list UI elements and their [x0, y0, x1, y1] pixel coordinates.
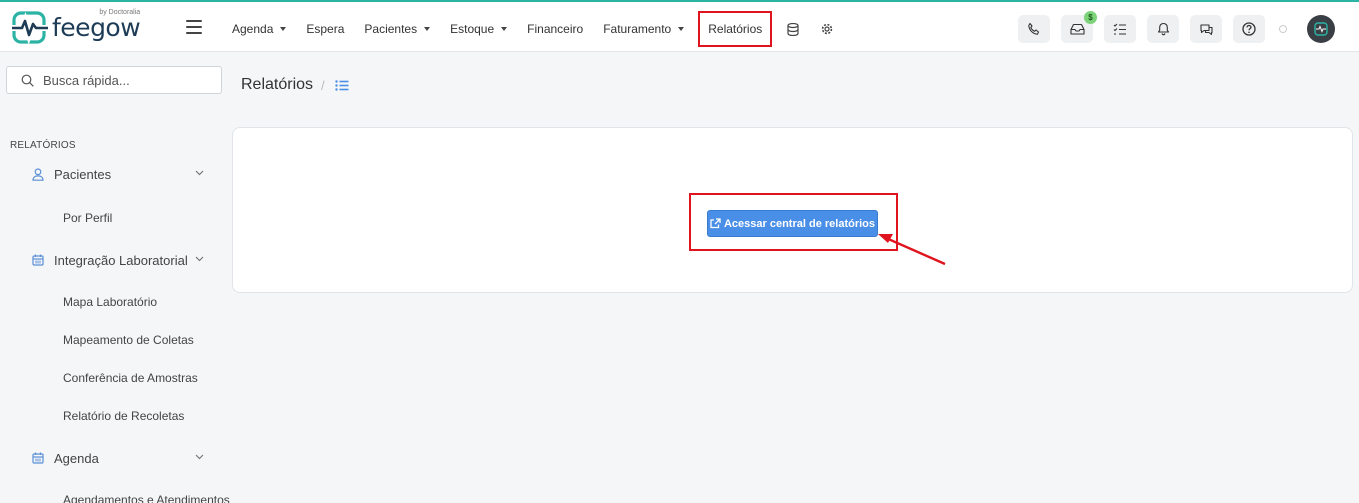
- page-title: Relatórios: [241, 76, 314, 93]
- sidebar: RELATÓRIOS Pacientes Por Perfil Integraç…: [0, 52, 230, 503]
- help-icon[interactable]: [1233, 15, 1265, 43]
- chevron-down-icon: [195, 170, 204, 176]
- sidebar-subitem-por-perfil[interactable]: Por Perfil: [63, 211, 112, 225]
- nav-financeiro[interactable]: Financeiro: [517, 12, 593, 46]
- sidebar-subitem-mapa-laboratorio[interactable]: Mapa Laboratório: [63, 295, 157, 309]
- external-link-icon: [710, 218, 721, 229]
- nav-agenda[interactable]: Agenda: [222, 12, 296, 46]
- sidebar-item-agenda[interactable]: Agenda: [32, 446, 212, 470]
- chevron-down-icon: [424, 27, 431, 31]
- phone-icon[interactable]: [1018, 15, 1050, 43]
- nav-pacientes[interactable]: Pacientes: [354, 12, 440, 46]
- chevron-down-icon: [678, 27, 685, 31]
- sidebar-subitem-agendamentos[interactable]: Agendamentos e Atendimentos: [63, 493, 230, 503]
- sidebar-item-pacientes[interactable]: Pacientes: [32, 162, 212, 186]
- sidebar-item-integracao-laboratorial[interactable]: Integração Laboratorial: [32, 248, 212, 272]
- bell-icon[interactable]: [1147, 15, 1179, 43]
- inbox-badge: $: [1084, 11, 1097, 24]
- breadcrumb: Relatórios /: [241, 76, 349, 94]
- logo-icon: [12, 11, 48, 45]
- database-icon[interactable]: [776, 12, 810, 46]
- nav-estoque[interactable]: Estoque: [440, 12, 517, 46]
- chevron-down-icon: [195, 256, 204, 262]
- logo-wordmark: feegow: [52, 13, 141, 42]
- inbox-icon[interactable]: $: [1061, 11, 1097, 43]
- status-indicator: [1279, 25, 1287, 33]
- menu-toggle-icon[interactable]: [186, 20, 202, 34]
- logo-tagline: by Doctoralia: [99, 9, 141, 16]
- main-nav: Agenda Espera Pacientes Estoque Financei…: [222, 11, 844, 47]
- list-icon[interactable]: [334, 79, 349, 91]
- checklist-icon[interactable]: [1104, 15, 1136, 43]
- calendar-icon: [32, 254, 44, 266]
- open-reports-center-button[interactable]: Acessar central de relatórios: [707, 210, 878, 237]
- annotation-arrow: [878, 234, 946, 266]
- chevron-down-icon: [195, 454, 204, 460]
- nav-relatorios[interactable]: Relatórios: [698, 11, 773, 47]
- top-navbar: by Doctoralia feegow Agenda Espera Pacie…: [0, 0, 1359, 52]
- sidebar-section-title: RELATÓRIOS: [10, 140, 76, 151]
- brand-logo[interactable]: by Doctoralia feegow: [12, 9, 141, 45]
- chevron-down-icon: [501, 27, 508, 31]
- search-icon: [21, 74, 34, 87]
- calendar-icon: [32, 452, 44, 464]
- nav-espera[interactable]: Espera: [296, 12, 354, 46]
- gear-icon[interactable]: [810, 12, 844, 46]
- breadcrumb-separator: /: [321, 77, 325, 93]
- chevron-down-icon: [280, 27, 287, 31]
- toolbar-icons: $: [1007, 11, 1335, 43]
- quick-search[interactable]: [6, 66, 222, 94]
- nav-faturamento[interactable]: Faturamento: [593, 12, 694, 46]
- sidebar-subitem-mapeamento-coletas[interactable]: Mapeamento de Coletas: [63, 333, 194, 347]
- user-icon: [32, 167, 44, 181]
- avatar[interactable]: [1307, 15, 1335, 43]
- search-input[interactable]: [43, 72, 213, 88]
- sidebar-subitem-relatorio-recoletas[interactable]: Relatório de Recoletas: [63, 409, 184, 423]
- sidebar-subitem-conferencia-amostras[interactable]: Conferência de Amostras: [63, 371, 198, 385]
- chat-icon[interactable]: [1190, 15, 1222, 43]
